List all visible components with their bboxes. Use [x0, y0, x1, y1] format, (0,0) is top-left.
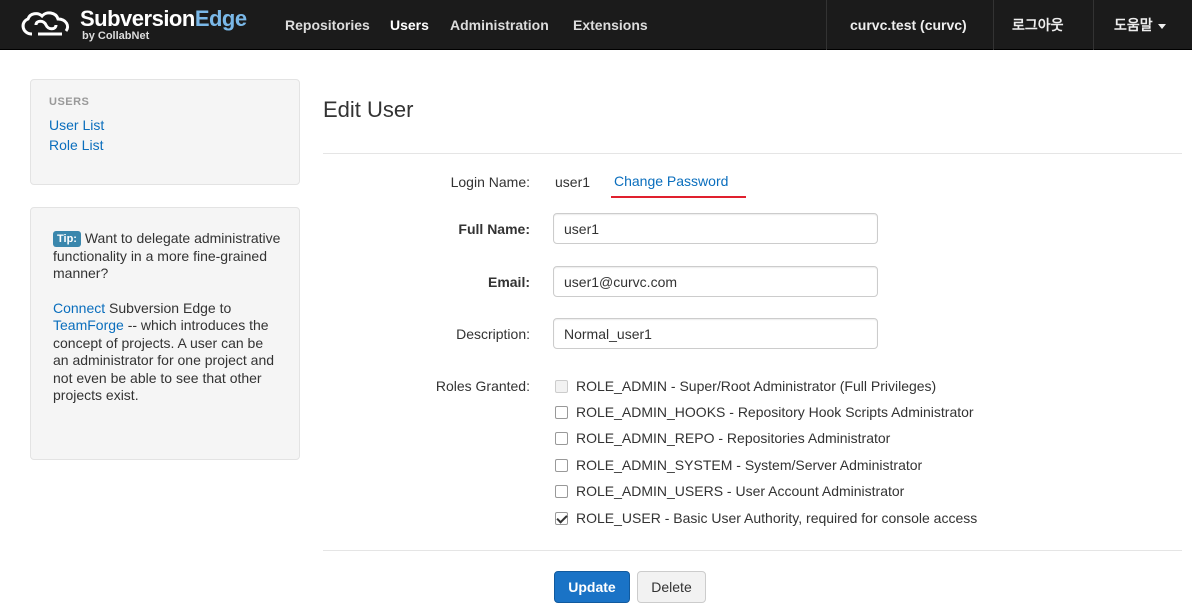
- sidebar-item-user-list[interactable]: User List: [49, 115, 281, 135]
- sidebar-nav: USERS User List Role List: [30, 79, 300, 185]
- chevron-down-icon: [1157, 23, 1166, 29]
- description-input[interactable]: [553, 318, 878, 349]
- nav-logout[interactable]: 로그아웃: [1012, 0, 1064, 50]
- role-admin-users-checkbox[interactable]: [555, 484, 568, 498]
- nav-divider: [993, 0, 994, 50]
- tip-paragraph: Connect Subversion Edge to TeamForge -- …: [53, 300, 281, 405]
- nav-divider: [826, 0, 827, 50]
- teamforge-link[interactable]: TeamForge: [53, 317, 124, 333]
- role-label: ROLE_USER - Basic User Authority, requir…: [576, 510, 978, 526]
- tip-text: Subversion Edge to: [105, 299, 232, 316]
- email-input[interactable]: [553, 266, 878, 297]
- full-name-input[interactable]: [553, 213, 878, 244]
- help-label: 도움말: [1114, 17, 1153, 33]
- nav-help-dropdown[interactable]: 도움말: [1114, 0, 1166, 50]
- role-admin-users-row[interactable]: ROLE_ADMIN_USERS - User Account Administ…: [555, 481, 904, 501]
- role-admin-repo-checkbox[interactable]: [555, 431, 568, 445]
- role-user-checkbox[interactable]: [555, 511, 568, 525]
- connect-link[interactable]: Connect: [53, 300, 105, 316]
- role-label: ROLE_ADMIN_USERS - User Account Administ…: [576, 483, 905, 499]
- divider: [323, 550, 1182, 551]
- brand[interactable]: SubversionEdge by CollabNet: [18, 6, 247, 44]
- delete-button[interactable]: Delete: [637, 571, 706, 603]
- full-name-label: Full Name:: [458, 221, 530, 237]
- sidebar-header: USERS: [49, 96, 90, 108]
- nav-user-account[interactable]: curvc.test (curvc): [850, 0, 967, 50]
- role-admin-checkbox: [555, 379, 568, 393]
- page-title: Edit User: [323, 97, 414, 122]
- top-navbar: SubversionEdge by CollabNet Repositories…: [0, 0, 1192, 50]
- role-label: ROLE_ADMIN_SYSTEM - System/Server Admini…: [576, 457, 923, 473]
- sidebar-item-role-list[interactable]: Role List: [49, 135, 281, 155]
- role-admin-system-row[interactable]: ROLE_ADMIN_SYSTEM - System/Server Admini…: [555, 455, 922, 475]
- nav-extensions[interactable]: Extensions: [573, 0, 648, 50]
- role-label: ROLE_ADMIN_HOOKS - Repository Hook Scrip…: [576, 404, 974, 420]
- subversion-edge-logo-icon: [21, 11, 70, 36]
- login-name-value: user1: [555, 174, 591, 190]
- role-user-row[interactable]: ROLE_USER - Basic User Authority, requir…: [555, 508, 977, 528]
- role-admin-row[interactable]: ROLE_ADMIN - Super/Root Administrator (F…: [555, 376, 936, 396]
- divider: [323, 153, 1182, 154]
- change-password-link[interactable]: Change Password: [614, 173, 728, 189]
- tip-paragraph: Tip: Want to delegate administrative fun…: [53, 230, 281, 283]
- brand-name: SubversionEdge: [80, 6, 247, 31]
- tip-badge: Tip:: [53, 231, 81, 247]
- brand-subtitle: by CollabNet: [82, 30, 150, 42]
- role-label: ROLE_ADMIN_REPO - Repositories Administr…: [576, 430, 891, 446]
- roles-granted-label: Roles Granted:: [435, 378, 530, 394]
- role-admin-hooks-checkbox[interactable]: [555, 405, 568, 419]
- update-button[interactable]: Update: [554, 571, 630, 603]
- description-label: Description:: [456, 326, 530, 342]
- role-label: ROLE_ADMIN - Super/Root Administrator (F…: [576, 378, 937, 394]
- nav-divider: [1093, 0, 1094, 50]
- role-admin-hooks-row[interactable]: ROLE_ADMIN_HOOKS - Repository Hook Scrip…: [555, 402, 974, 422]
- role-admin-system-checkbox[interactable]: [555, 458, 568, 472]
- email-label: Email:: [487, 274, 530, 290]
- annotation-underline: [611, 196, 746, 198]
- nav-administration[interactable]: Administration: [450, 0, 549, 50]
- role-admin-repo-row[interactable]: ROLE_ADMIN_REPO - Repositories Administr…: [555, 428, 890, 448]
- tip-text: Want to delegate administrative function…: [53, 230, 281, 281]
- login-name-label: Login Name:: [450, 174, 530, 190]
- nav-repositories[interactable]: Repositories: [285, 0, 370, 50]
- tip-panel: Tip: Want to delegate administrative fun…: [30, 207, 300, 460]
- nav-users[interactable]: Users: [390, 0, 429, 50]
